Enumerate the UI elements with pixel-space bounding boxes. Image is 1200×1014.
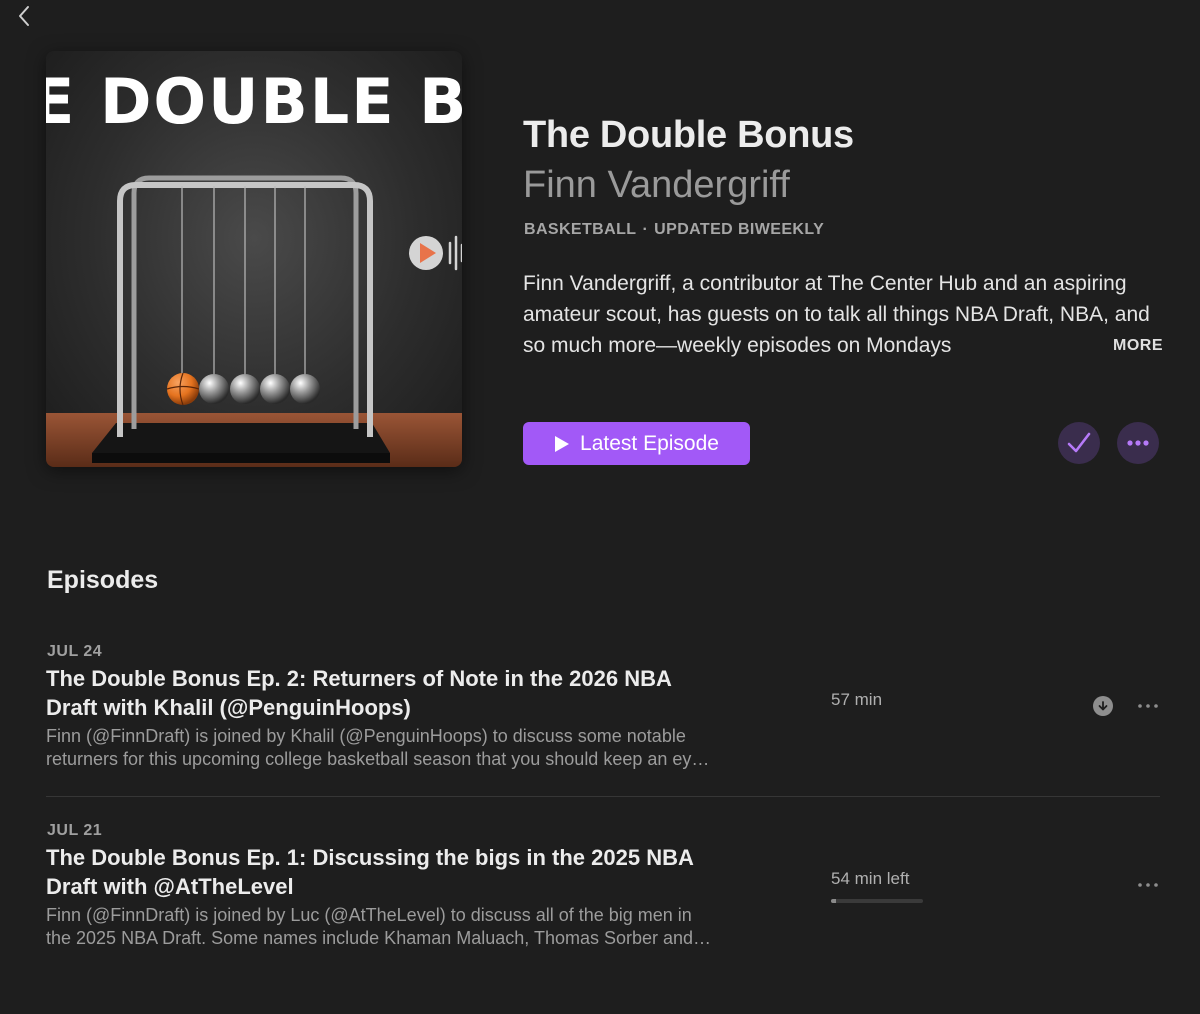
episodes-heading: Episodes (47, 566, 159, 594)
download-button[interactable] (1093, 696, 1113, 716)
episode-duration: 54 min left (831, 869, 910, 888)
episode-duration: 57 min (831, 690, 883, 709)
latest-episode-button[interactable]: Latest Episode (523, 422, 750, 465)
show-frequency: UPDATED BIWEEKLY (654, 221, 825, 238)
show-author[interactable]: Finn Vandergriff (523, 164, 790, 207)
podcast-artwork: E DOUBLE BON (46, 51, 462, 467)
play-circle-icon (409, 236, 443, 270)
show-more-options-button[interactable] (1117, 422, 1159, 464)
episode-description: Finn (@FinnDraft) is joined by Luc (@AtT… (46, 905, 694, 948)
latest-episode-label: Latest Episode (580, 431, 719, 455)
cradle-ball (260, 374, 290, 404)
cradle-ball (199, 374, 229, 404)
ellipsis-icon (1127, 440, 1149, 446)
episode-row[interactable]: JUL 21 The Double Bonus Ep. 1: Discussin… (46, 819, 1160, 969)
episode-title[interactable]: The Double Bonus Ep. 2: Returners of Not… (46, 664, 726, 722)
newtons-cradle-illustration (46, 175, 462, 467)
play-icon (555, 435, 570, 452)
cradle-ball (290, 374, 320, 404)
chevron-left-icon (19, 6, 29, 26)
podcast-show-page: E DOUBLE BON (0, 0, 1200, 1014)
download-icon (1098, 701, 1108, 711)
episode-more-button[interactable] (1136, 873, 1160, 897)
cradle-ball (230, 374, 260, 404)
show-meta: BASKETBALL · UPDATED BIWEEKLY (524, 221, 824, 239)
show-category[interactable]: BASKETBALL (524, 221, 636, 238)
episode-date: JUL 24 (47, 643, 103, 660)
episode-date: JUL 21 (47, 822, 103, 839)
ellipsis-icon (1138, 883, 1158, 887)
show-title: The Double Bonus (523, 114, 854, 156)
basketball (167, 373, 199, 405)
cradle-base (92, 423, 390, 453)
episode-description: Finn (@FinnDraft) is joined by Khalil (@… (46, 726, 702, 769)
meta-separator: · (642, 221, 649, 238)
checkmark-icon (1067, 432, 1091, 453)
more-link[interactable]: MORE (1067, 330, 1163, 361)
show-description: Finn Vandergriff, a contributor at The C… (523, 268, 1163, 361)
episode-divider (46, 796, 1160, 797)
ellipsis-icon (1138, 704, 1158, 708)
episode-title[interactable]: The Double Bonus Ep. 1: Discussing the b… (46, 843, 726, 901)
episode-progress-fill (831, 899, 836, 903)
followed-button[interactable] (1058, 422, 1100, 464)
audio-wave-icon (448, 235, 462, 271)
episode-row[interactable]: JUL 24 The Double Bonus Ep. 2: Returners… (46, 640, 1160, 790)
episode-progress-bar (831, 899, 923, 903)
episode-more-button[interactable] (1136, 694, 1160, 718)
back-button[interactable] (12, 4, 36, 28)
